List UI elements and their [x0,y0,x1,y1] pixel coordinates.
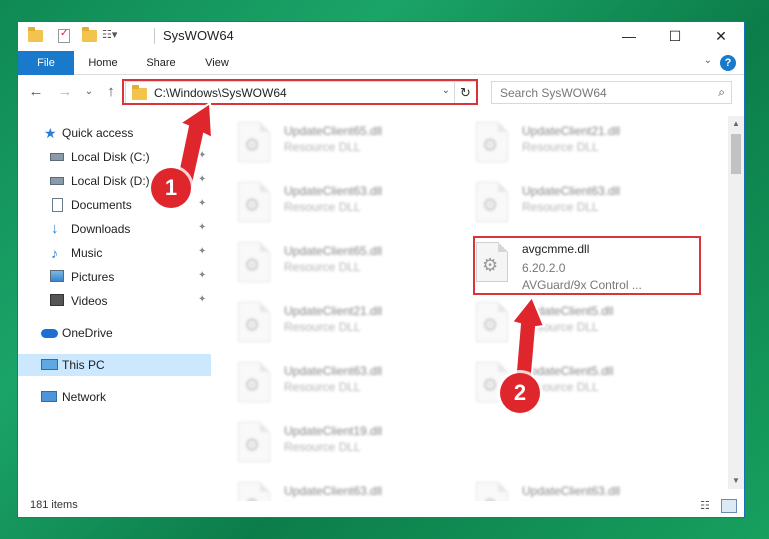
step-badge-2: 2 [500,373,540,413]
annotation-arrows [174,101,546,387]
arrow-2 [510,295,546,387]
step-badge-1: 1 [151,168,191,208]
